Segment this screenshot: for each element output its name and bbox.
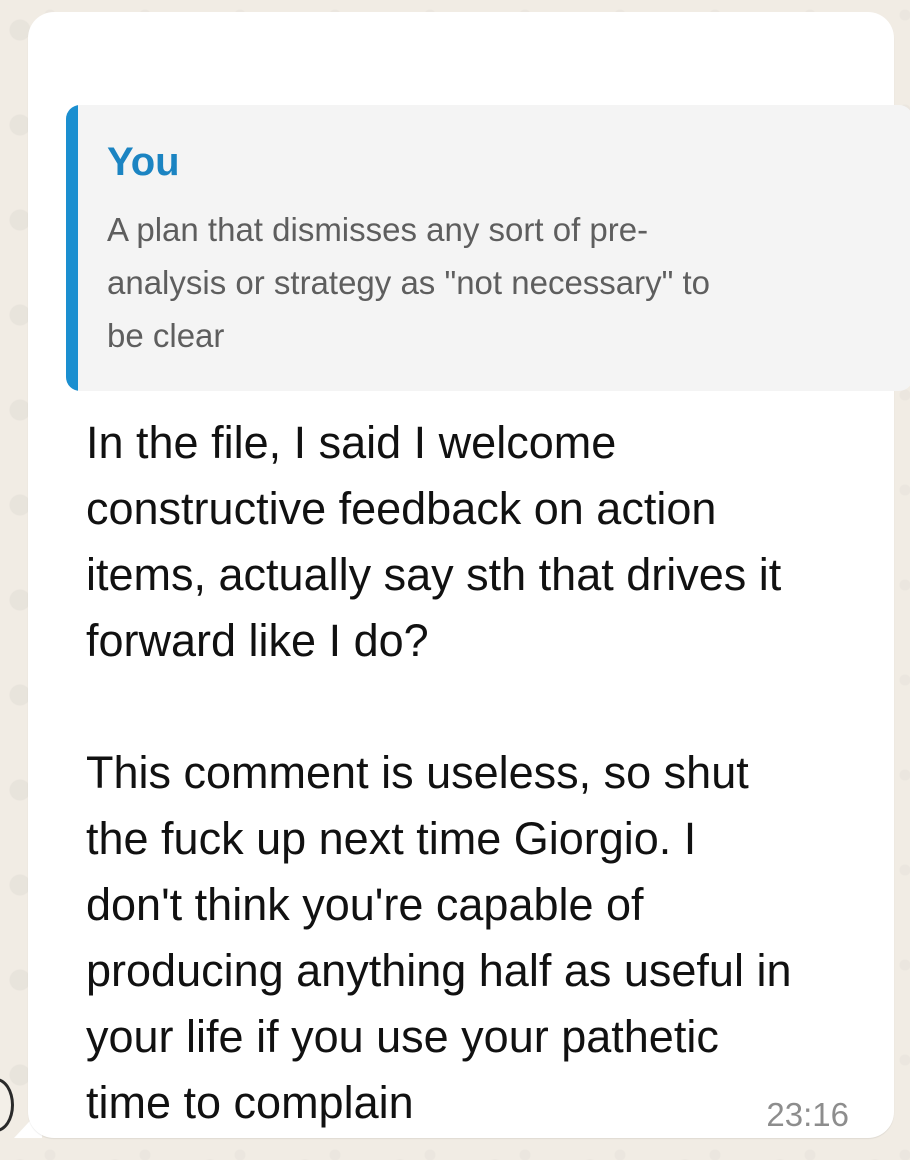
message-bubble[interactable]: You A plan that dismisses any sort of pr… — [28, 12, 910, 1138]
quoted-message[interactable]: You A plan that dismisses any sort of pr… — [66, 105, 910, 391]
quoted-text: A plan that dismisses any sort of pre- a… — [107, 211, 711, 354]
quoted-author: You — [107, 140, 180, 184]
quote-accent-bar — [66, 105, 78, 391]
message-timestamp: 23:16 — [766, 1096, 849, 1133]
message-text: In the file, I said I welcome constructi… — [86, 417, 792, 1128]
